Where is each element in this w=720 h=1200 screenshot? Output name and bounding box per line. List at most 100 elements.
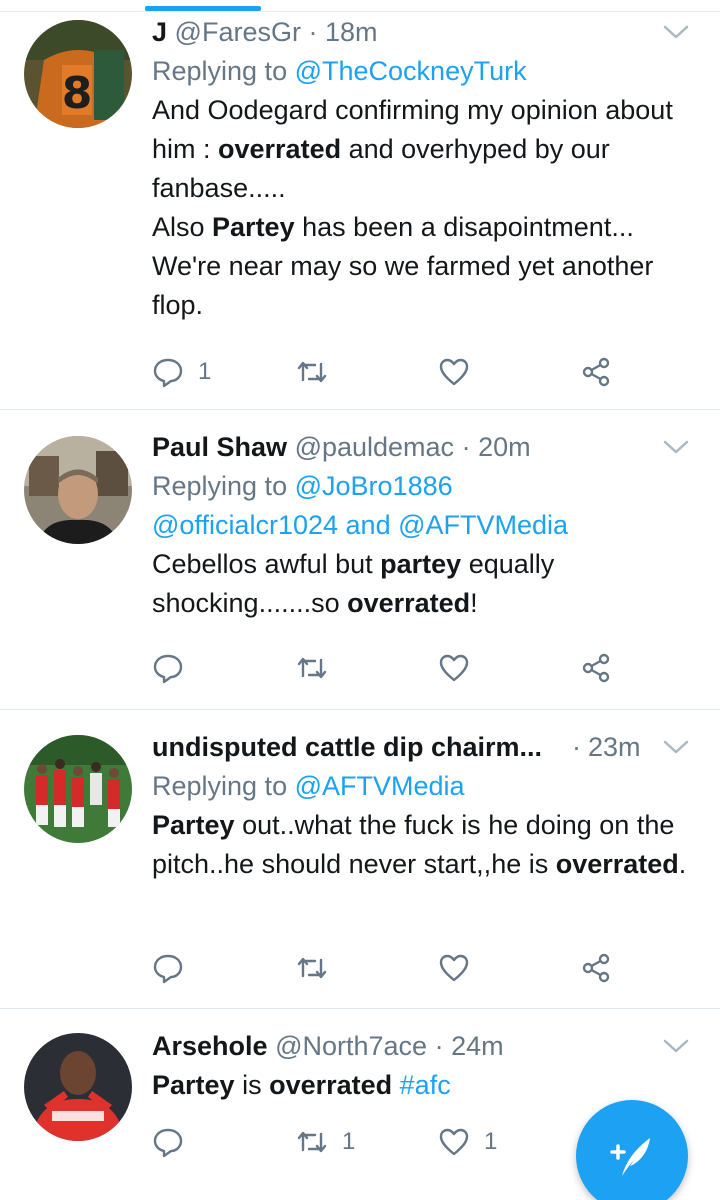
text-highlight: Partey (152, 810, 235, 840)
heart-icon (439, 954, 469, 982)
hashtag-link[interactable]: #afc (400, 1070, 451, 1100)
like-button[interactable] (438, 648, 484, 688)
user-handle[interactable]: @North7ace (275, 1031, 427, 1061)
chevron-down-icon[interactable] (662, 737, 690, 757)
timestamp: 20m (478, 432, 531, 462)
share-button[interactable] (580, 948, 612, 988)
tweet-content: Paul Shaw @pauldemac · 20m Replying to @… (152, 427, 696, 623)
tweet-actions (152, 948, 632, 988)
chevron-down-icon[interactable] (662, 1036, 690, 1056)
user-handle[interactable]: @FaresGr (175, 17, 301, 47)
text-highlight: overrated (269, 1070, 393, 1100)
tweet-content: undisputed cattle dip chairm... · 23m Re… (152, 727, 696, 884)
tweet[interactable]: Paul Shaw @pauldemac · 20m Replying to @… (0, 410, 720, 710)
separator-dot: · (461, 432, 471, 462)
tweet-text: Cebellos awful but partey equally shocki… (152, 545, 696, 623)
replying-to: Replying to @AFTVMedia (152, 767, 696, 806)
reply-button[interactable]: 1 (152, 352, 211, 392)
retweet-button[interactable] (296, 648, 342, 688)
timestamp: 18m (325, 17, 378, 47)
tweet-actions (152, 648, 632, 688)
heart-icon (439, 358, 469, 386)
text-highlight: partey (380, 549, 462, 579)
text-segment: . (678, 849, 687, 879)
replying-to-label: Replying to (152, 471, 288, 501)
replying-to: Replying to @TheCockneyTurk (152, 52, 696, 91)
like-button[interactable]: 1 (438, 1122, 497, 1162)
text-highlight: overrated (555, 849, 679, 879)
tweet[interactable]: 8 J @FaresGr · 18m Replying to @TheCockn… (0, 12, 720, 410)
timestamp: 23m (588, 732, 641, 762)
replying-to: Replying to @JoBro1886 @officialcr1024 a… (152, 467, 696, 545)
reply-icon (153, 1128, 183, 1158)
reply-icon (153, 654, 183, 684)
avatar[interactable] (24, 436, 132, 544)
reply-button[interactable] (152, 1122, 198, 1162)
tweet-header: J @FaresGr · 18m (152, 12, 696, 52)
tweet-header: Paul Shaw @pauldemac · 20m (152, 427, 696, 467)
like-count: 1 (484, 1128, 498, 1155)
tweet-content: Arsehole @North7ace · 24m Partey is over… (152, 1026, 696, 1105)
retweet-icon (297, 657, 327, 679)
display-name[interactable]: undisputed cattle dip chairm... (152, 732, 542, 762)
reply-button[interactable] (152, 948, 198, 988)
tweet-header: Arsehole @North7ace · 24m (152, 1026, 696, 1066)
text-segment: Cebellos awful but (152, 549, 381, 579)
reply-button[interactable] (152, 648, 198, 688)
mention-link[interactable]: @officialcr1024 (152, 510, 338, 540)
display-name[interactable]: Arsehole (152, 1031, 268, 1061)
text-segment (392, 1070, 400, 1100)
replying-to-label: Replying to (152, 56, 288, 86)
reply-count: 1 (198, 358, 212, 385)
user-handle[interactable]: @pauldemac (295, 432, 455, 462)
retweet-button[interactable] (296, 352, 342, 392)
share-icon (582, 357, 610, 387)
share-icon (582, 653, 610, 683)
text-highlight: overrated (347, 588, 471, 618)
timestamp: 24m (451, 1031, 504, 1061)
tweet[interactable]: undisputed cattle dip chairm... · 23m Re… (0, 710, 720, 1009)
avatar[interactable]: 8 (24, 20, 132, 128)
chevron-down-icon[interactable] (662, 437, 690, 457)
like-button[interactable] (438, 948, 484, 988)
compose-tweet-icon (610, 1138, 650, 1176)
chevron-down-icon[interactable] (662, 22, 690, 42)
text-segment: Also (152, 212, 213, 242)
separator-dot: · (434, 1031, 444, 1061)
replying-to-label: Replying to (152, 771, 288, 801)
display-name[interactable]: Paul Shaw (152, 432, 287, 462)
avatar[interactable] (24, 735, 132, 843)
retweet-icon (297, 957, 327, 979)
tweet-header: undisputed cattle dip chairm... · 23m (152, 727, 696, 767)
retweet-icon (297, 1131, 327, 1153)
reply-icon (153, 358, 183, 388)
share-button[interactable] (580, 648, 612, 688)
text-highlight: overrated (218, 134, 342, 164)
avatar[interactable] (24, 1033, 132, 1141)
compose-tweet-button[interactable] (576, 1100, 688, 1200)
display-name[interactable]: J (152, 17, 167, 47)
tweet-text: Partey out..what the fuck is he doing on… (152, 806, 696, 884)
mention-link[interactable]: @AFTVMedia (295, 771, 465, 801)
tweet-actions: 1 (152, 352, 632, 392)
separator-dot: · (572, 732, 581, 762)
mention-link[interactable]: @AFTVMedia (398, 510, 568, 540)
share-icon (582, 953, 610, 983)
like-button[interactable] (438, 352, 484, 392)
text-segment: is (234, 1070, 270, 1100)
share-button[interactable] (580, 352, 612, 392)
svg-text:8: 8 (62, 68, 93, 119)
mention-link[interactable]: @TheCockneyTurk (295, 56, 527, 86)
tweet-text: Partey is overrated #afc (152, 1066, 696, 1105)
heart-icon (439, 654, 469, 682)
text-highlight: Partey (212, 212, 295, 242)
retweet-icon (297, 361, 327, 383)
tweet-text: And Oodegard confirming my opinion about… (152, 91, 696, 325)
retweet-button[interactable]: 1 (296, 1122, 355, 1162)
mention-link[interactable]: @JoBro1886 (295, 471, 453, 501)
retweet-button[interactable] (296, 948, 342, 988)
tweet-content: J @FaresGr · 18m Replying to @TheCockney… (152, 12, 696, 325)
retweet-count: 1 (342, 1128, 356, 1155)
reply-icon (153, 954, 183, 984)
separator-dot: · (308, 17, 318, 47)
